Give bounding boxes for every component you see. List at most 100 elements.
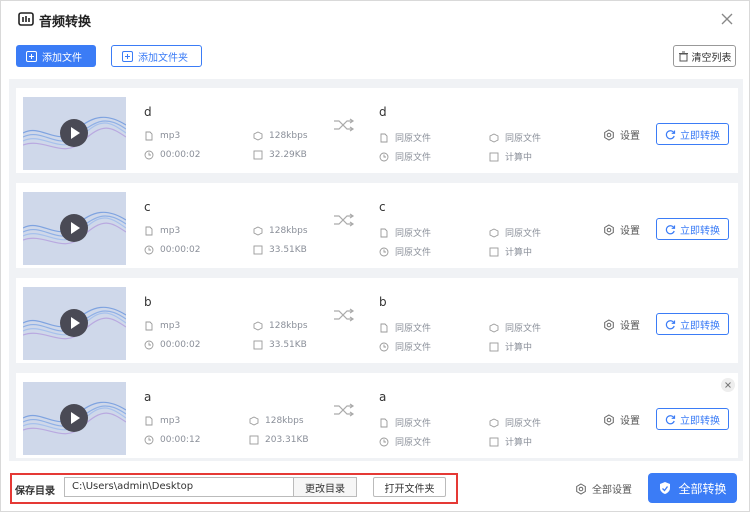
- trash-icon: [678, 51, 688, 61]
- file-card: a mp3 00:00:12 128kbps 203.31KB a 同原文件 同…: [16, 373, 738, 458]
- change-dir-button[interactable]: 更改目录: [293, 477, 357, 497]
- file-icon: [145, 131, 153, 141]
- gear-icon: [604, 318, 614, 331]
- source-format: mp3: [144, 416, 180, 426]
- output-duration: 同原文件: [379, 150, 431, 163]
- output-size: 计算中: [489, 150, 532, 163]
- output-duration: 同原文件: [379, 340, 431, 353]
- window-title: 音频转换: [39, 15, 92, 30]
- audio-thumbnail: [23, 382, 126, 455]
- shuffle-arrow-icon: [334, 308, 355, 322]
- convert-shield-icon: [660, 482, 671, 494]
- file-icon: [380, 418, 388, 427]
- close-icon[interactable]: [719, 11, 735, 27]
- play-icon[interactable]: [60, 119, 88, 147]
- size-icon: [489, 152, 499, 161]
- file-icon: [145, 416, 153, 426]
- audio-thumbnail: [23, 287, 126, 360]
- shuffle-arrow-icon: [334, 118, 355, 132]
- source-duration: 00:00:02: [144, 150, 200, 160]
- add-folder-button[interactable]: 添加文件夹: [111, 45, 202, 67]
- output-size: 计算中: [489, 435, 532, 448]
- open-folder-button[interactable]: 打开文件夹: [373, 477, 446, 497]
- gear-icon: [604, 413, 614, 426]
- item-settings-button[interactable]: 设置: [603, 127, 640, 142]
- audio-converter-window: 音频转换 添加文件 添加文件夹 清空列表 d mp3 00:00:02 128k…: [0, 0, 750, 512]
- clock-icon: [379, 247, 389, 256]
- refresh-icon: [665, 129, 676, 139]
- source-size: 32.29KB: [253, 150, 307, 160]
- convert-all-button[interactable]: 全部转换: [648, 473, 737, 503]
- source-bitrate: 128kbps: [253, 226, 308, 236]
- clock-icon: [144, 340, 154, 350]
- file-icon: [380, 323, 388, 332]
- output-duration: 同原文件: [379, 245, 431, 258]
- bitrate-icon: [489, 132, 499, 143]
- convert-now-button[interactable]: 立即转换: [656, 123, 729, 145]
- file-icon: [380, 133, 388, 142]
- play-icon[interactable]: [60, 214, 88, 242]
- size-icon: [253, 150, 263, 160]
- output-size: 计算中: [489, 340, 532, 353]
- bitrate-icon: [253, 321, 263, 331]
- source-format: mp3: [144, 226, 180, 236]
- source-duration: 00:00:02: [144, 245, 200, 255]
- clock-icon: [379, 342, 389, 351]
- gear-icon: [604, 223, 614, 236]
- output-bitrate: 同原文件: [489, 321, 541, 334]
- clear-list-button[interactable]: 清空列表: [673, 45, 736, 67]
- shuffle-arrow-icon: [334, 403, 355, 417]
- refresh-icon: [665, 319, 676, 329]
- source-format: mp3: [144, 321, 180, 331]
- file-icon: [145, 321, 153, 331]
- file-card: c mp3 00:00:02 128kbps 33.51KB c 同原文件 同原…: [16, 183, 738, 268]
- bitrate-icon: [253, 131, 263, 141]
- item-settings-button[interactable]: 设置: [603, 222, 640, 237]
- title-bar: 音频转换: [1, 1, 749, 37]
- file-card: b mp3 00:00:02 128kbps 33.51KB b 同原文件 同原…: [16, 278, 738, 363]
- bitrate-icon: [489, 417, 499, 428]
- item-settings-button[interactable]: 设置: [603, 412, 640, 427]
- output-bitrate: 同原文件: [489, 416, 541, 429]
- size-icon: [253, 340, 263, 350]
- clock-icon: [144, 245, 154, 255]
- file-list: d mp3 00:00:02 128kbps 32.29KB d 同原文件 同原…: [9, 79, 743, 461]
- clock-icon: [379, 152, 389, 161]
- add-file-button[interactable]: 添加文件: [16, 45, 96, 67]
- source-format: mp3: [144, 131, 180, 141]
- bitrate-icon: [249, 416, 259, 426]
- output-name: a: [379, 390, 387, 404]
- size-icon: [249, 435, 259, 445]
- output-format: 同原文件: [379, 416, 431, 429]
- refresh-icon: [665, 414, 676, 424]
- convert-now-button[interactable]: 立即转换: [656, 408, 729, 430]
- save-dir-field[interactable]: C:\Users\admin\Desktop: [64, 477, 294, 497]
- convert-now-button[interactable]: 立即转换: [656, 218, 729, 240]
- all-settings-button[interactable]: 全部设置: [575, 481, 632, 496]
- source-bitrate: 128kbps: [249, 416, 304, 426]
- output-name: d: [379, 105, 387, 119]
- clock-icon: [379, 437, 389, 446]
- file-icon: [145, 226, 153, 236]
- source-duration: 00:00:02: [144, 340, 200, 350]
- gear-icon: [604, 128, 614, 141]
- output-name: b: [379, 295, 387, 309]
- output-format: 同原文件: [379, 321, 431, 334]
- clear-list-label: 清空列表: [691, 52, 732, 64]
- gear-icon: [576, 482, 586, 495]
- save-dir-label: 保存目录: [15, 486, 55, 497]
- output-format: 同原文件: [379, 131, 431, 144]
- audio-thumbnail: [23, 192, 126, 265]
- play-icon[interactable]: [60, 309, 88, 337]
- play-icon[interactable]: [60, 404, 88, 432]
- output-duration: 同原文件: [379, 435, 431, 448]
- item-settings-button[interactable]: 设置: [603, 317, 640, 332]
- size-icon: [489, 247, 499, 256]
- source-duration: 00:00:12: [144, 435, 200, 445]
- source-name: a: [144, 390, 152, 404]
- output-name: c: [379, 200, 386, 214]
- convert-now-button[interactable]: 立即转换: [656, 313, 729, 335]
- remove-item-icon[interactable]: [721, 378, 735, 392]
- clock-icon: [144, 150, 154, 160]
- shuffle-arrow-icon: [334, 213, 355, 227]
